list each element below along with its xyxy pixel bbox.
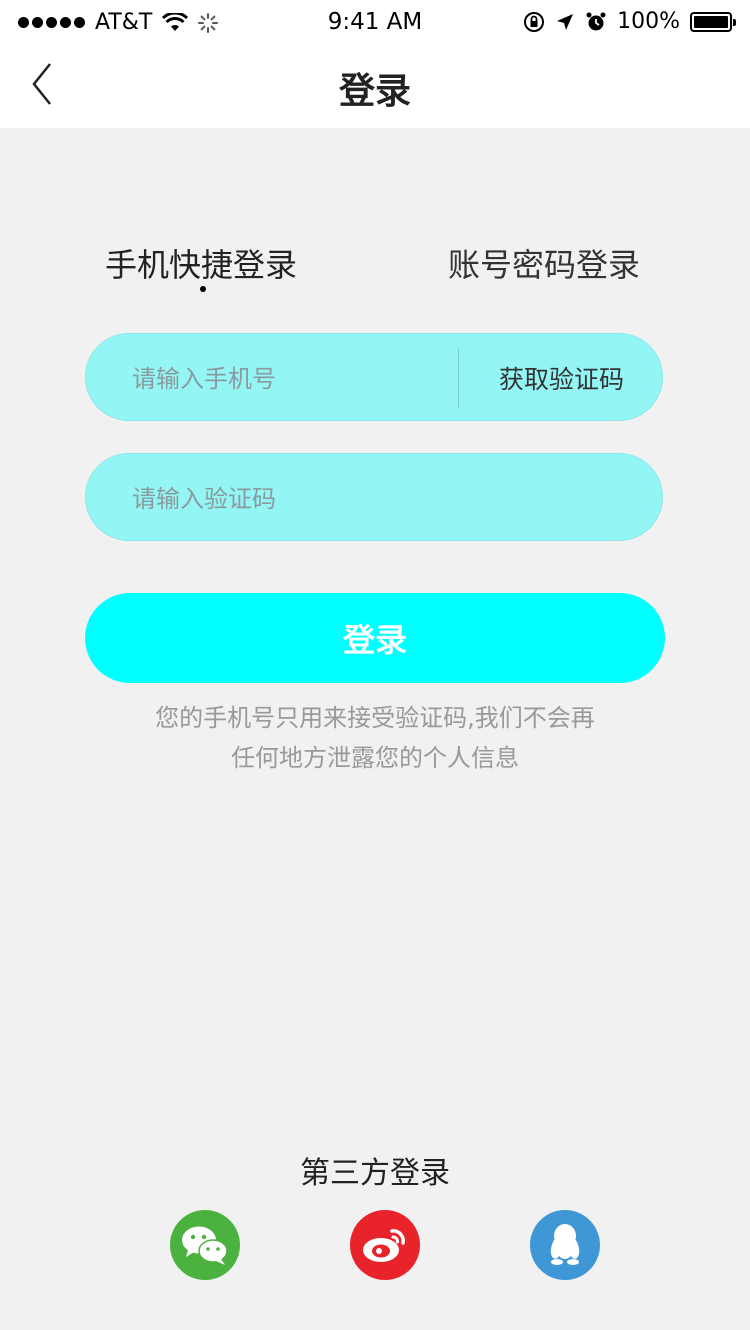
wechat-login-button[interactable] xyxy=(170,1210,240,1280)
tab-account-password-login[interactable]: 账号密码登录 xyxy=(448,240,640,286)
privacy-notice: 您的手机号只用来接受验证码,我们不会再 任何地方泄露您的个人信息 xyxy=(100,698,650,778)
privacy-notice-line2: 任何地方泄露您的个人信息 xyxy=(231,744,519,772)
wechat-icon xyxy=(182,1226,228,1265)
verification-code-input[interactable] xyxy=(130,476,614,522)
orientation-lock-icon xyxy=(524,11,545,32)
top-bar: AT&T 9:41 AM 100% 登录 xyxy=(0,0,750,128)
page-title: 登录 xyxy=(338,71,411,112)
battery-percent: 100% xyxy=(617,9,680,34)
login-tabs: 手机快捷登录 账号密码登录 xyxy=(0,240,750,300)
qq-login-button[interactable] xyxy=(530,1210,600,1280)
battery-icon xyxy=(690,11,736,32)
login-button[interactable]: 登录 xyxy=(85,593,665,683)
weibo-login-button[interactable] xyxy=(350,1210,420,1280)
phone-number-input[interactable] xyxy=(130,356,454,402)
status-bar: AT&T 9:41 AM 100% xyxy=(0,0,750,44)
third-party-login-title: 第三方登录 xyxy=(300,1156,450,1191)
weibo-icon xyxy=(363,1229,405,1262)
qq-icon xyxy=(550,1224,580,1265)
alarm-icon xyxy=(586,12,606,30)
status-right: 100% xyxy=(523,9,736,34)
navigation-bar: 登录 xyxy=(0,44,750,128)
location-icon xyxy=(557,13,574,30)
phone-field-container: 获取验证码 xyxy=(85,333,663,421)
get-verification-code-button[interactable]: 获取验证码 xyxy=(459,334,664,422)
code-field-container xyxy=(85,453,663,541)
tab-phone-quick-login[interactable]: 手机快捷登录 xyxy=(105,240,297,286)
privacy-notice-line1: 您的手机号只用来接受验证码,我们不会再 xyxy=(155,704,595,732)
active-tab-indicator xyxy=(200,286,206,292)
